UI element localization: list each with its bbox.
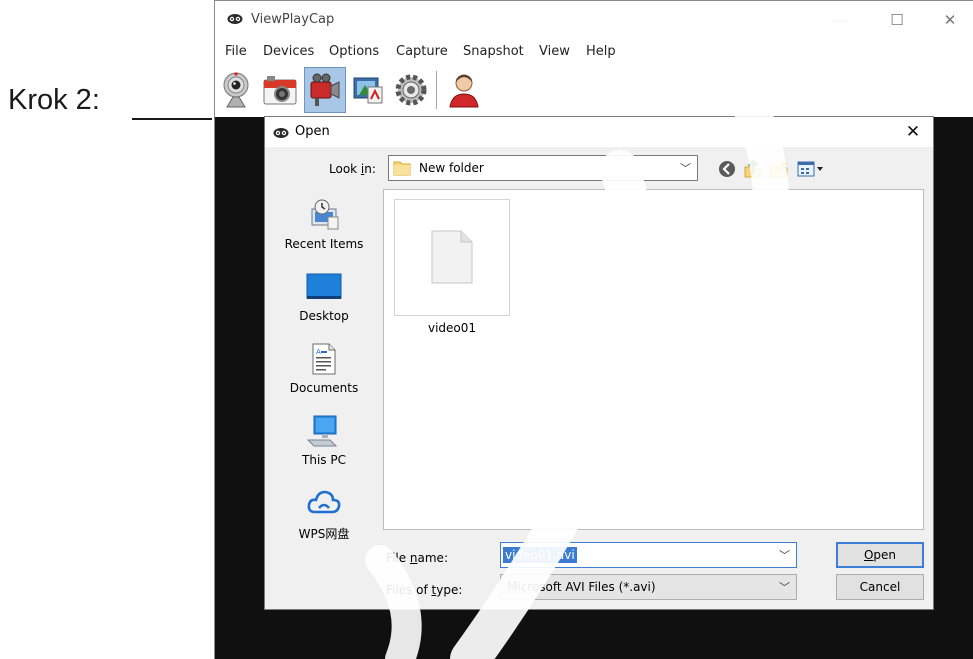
- view-menu-button[interactable]: [797, 159, 827, 179]
- svg-text:A: A: [316, 348, 321, 356]
- chevron-down-icon: ﹀: [779, 549, 790, 562]
- file-name-input[interactable]: video01.avi ﹀: [500, 542, 797, 568]
- user-icon: [449, 74, 479, 108]
- this-pc-icon: [306, 413, 342, 449]
- place-wps-cloud[interactable]: WPS网盘: [278, 477, 370, 545]
- up-one-level-button[interactable]: [743, 159, 763, 179]
- toolbar-separator: [436, 71, 437, 109]
- step-annotation-label: Krok 2:: [8, 84, 100, 116]
- minimize-button[interactable]: —: [817, 6, 863, 34]
- place-label: Desktop: [299, 309, 349, 323]
- menu-snapshot[interactable]: Snapshot: [463, 44, 524, 59]
- video-camera-icon: [310, 73, 340, 106]
- menu-devices[interactable]: Devices: [263, 44, 314, 59]
- file-type-label: Files of type:: [386, 583, 463, 597]
- generic-file-icon: [431, 230, 473, 284]
- close-window-button[interactable]: ✕: [927, 6, 973, 34]
- dialog-app-icon: [273, 128, 289, 138]
- maximize-button[interactable]: ☐: [874, 6, 920, 34]
- open-button-key: O: [863, 548, 874, 562]
- new-folder-icon: [769, 160, 788, 178]
- place-this-pc[interactable]: This PC: [278, 405, 370, 473]
- cancel-button[interactable]: Cancel: [836, 574, 924, 600]
- user-button[interactable]: [443, 67, 485, 113]
- new-folder-button[interactable]: [769, 159, 789, 179]
- look-in-label: Look in:: [329, 162, 376, 176]
- webcam-button[interactable]: [215, 67, 257, 113]
- look-in-value: New folder: [419, 161, 484, 175]
- place-recent-items[interactable]: Recent Items: [278, 189, 370, 257]
- look-in-dropdown[interactable]: New folder ﹀: [388, 155, 698, 181]
- folder-up-icon: [744, 159, 762, 178]
- menu-capture[interactable]: Capture: [396, 44, 448, 59]
- places-bar: Recent Items Desktop A Documents This PC…: [278, 189, 370, 585]
- file-list-view[interactable]: video01: [383, 189, 924, 530]
- wps-cloud-icon: [306, 485, 342, 521]
- folder-icon: [393, 161, 411, 176]
- settings-gear-icon: [395, 74, 427, 106]
- file-type-dropdown[interactable]: Microsoft AVI Files (*.avi) ﹀: [500, 574, 797, 600]
- open-button[interactable]: Open: [836, 542, 924, 568]
- recent-items-icon: [306, 197, 342, 233]
- documents-icon: A: [306, 341, 342, 377]
- dialog-title: Open: [295, 124, 330, 139]
- step-annotation-line: [132, 118, 212, 120]
- place-desktop[interactable]: Desktop: [278, 261, 370, 329]
- desktop-icon: [306, 269, 342, 305]
- file-item-label: video01: [427, 321, 477, 335]
- dialog-title-bar[interactable]: Open ✕: [265, 117, 933, 147]
- window-title: ViewPlayCap: [251, 12, 335, 27]
- video-properties-button[interactable]: [347, 67, 389, 113]
- toolbar: [215, 65, 973, 117]
- place-label: Documents: [289, 381, 359, 395]
- place-label: This PC: [302, 453, 346, 467]
- file-item-video01[interactable]: [394, 199, 510, 316]
- dialog-close-button[interactable]: ✕: [899, 119, 927, 145]
- place-label: WPS网盘: [298, 527, 350, 541]
- back-arrow-icon: [719, 161, 735, 177]
- file-name-value: video01.avi: [503, 547, 577, 563]
- chevron-down-icon: ﹀: [680, 162, 691, 175]
- place-label: Recent Items: [284, 237, 364, 251]
- video-capture-button[interactable]: [304, 67, 346, 113]
- menu-help[interactable]: Help: [586, 44, 616, 59]
- place-documents[interactable]: A Documents: [278, 333, 370, 401]
- back-button[interactable]: [717, 159, 737, 179]
- menu-bar: File Devices Options Capture Snapshot Vi…: [215, 39, 973, 65]
- open-file-dialog: Open ✕ Look in: New folder ﹀ Recent Item…: [264, 116, 934, 610]
- photo-camera-button[interactable]: [259, 67, 301, 113]
- menu-file[interactable]: File: [225, 44, 247, 59]
- file-type-value: Microsoft AVI Files (*.avi): [507, 580, 656, 594]
- app-logo-icon: [227, 14, 243, 24]
- open-button-label: pen: [873, 548, 897, 562]
- view-menu-icon: [797, 161, 823, 177]
- settings-button[interactable]: [390, 67, 432, 113]
- chevron-down-icon: ﹀: [779, 581, 790, 594]
- menu-view[interactable]: View: [539, 44, 570, 59]
- camera-icon: [263, 76, 297, 105]
- webcam-icon: [223, 72, 249, 108]
- menu-options[interactable]: Options: [329, 44, 379, 59]
- title-bar[interactable]: ViewPlayCap — ☐ ✕: [215, 1, 973, 39]
- file-name-label: File name:: [386, 551, 448, 565]
- video-properties-icon: [353, 77, 383, 104]
